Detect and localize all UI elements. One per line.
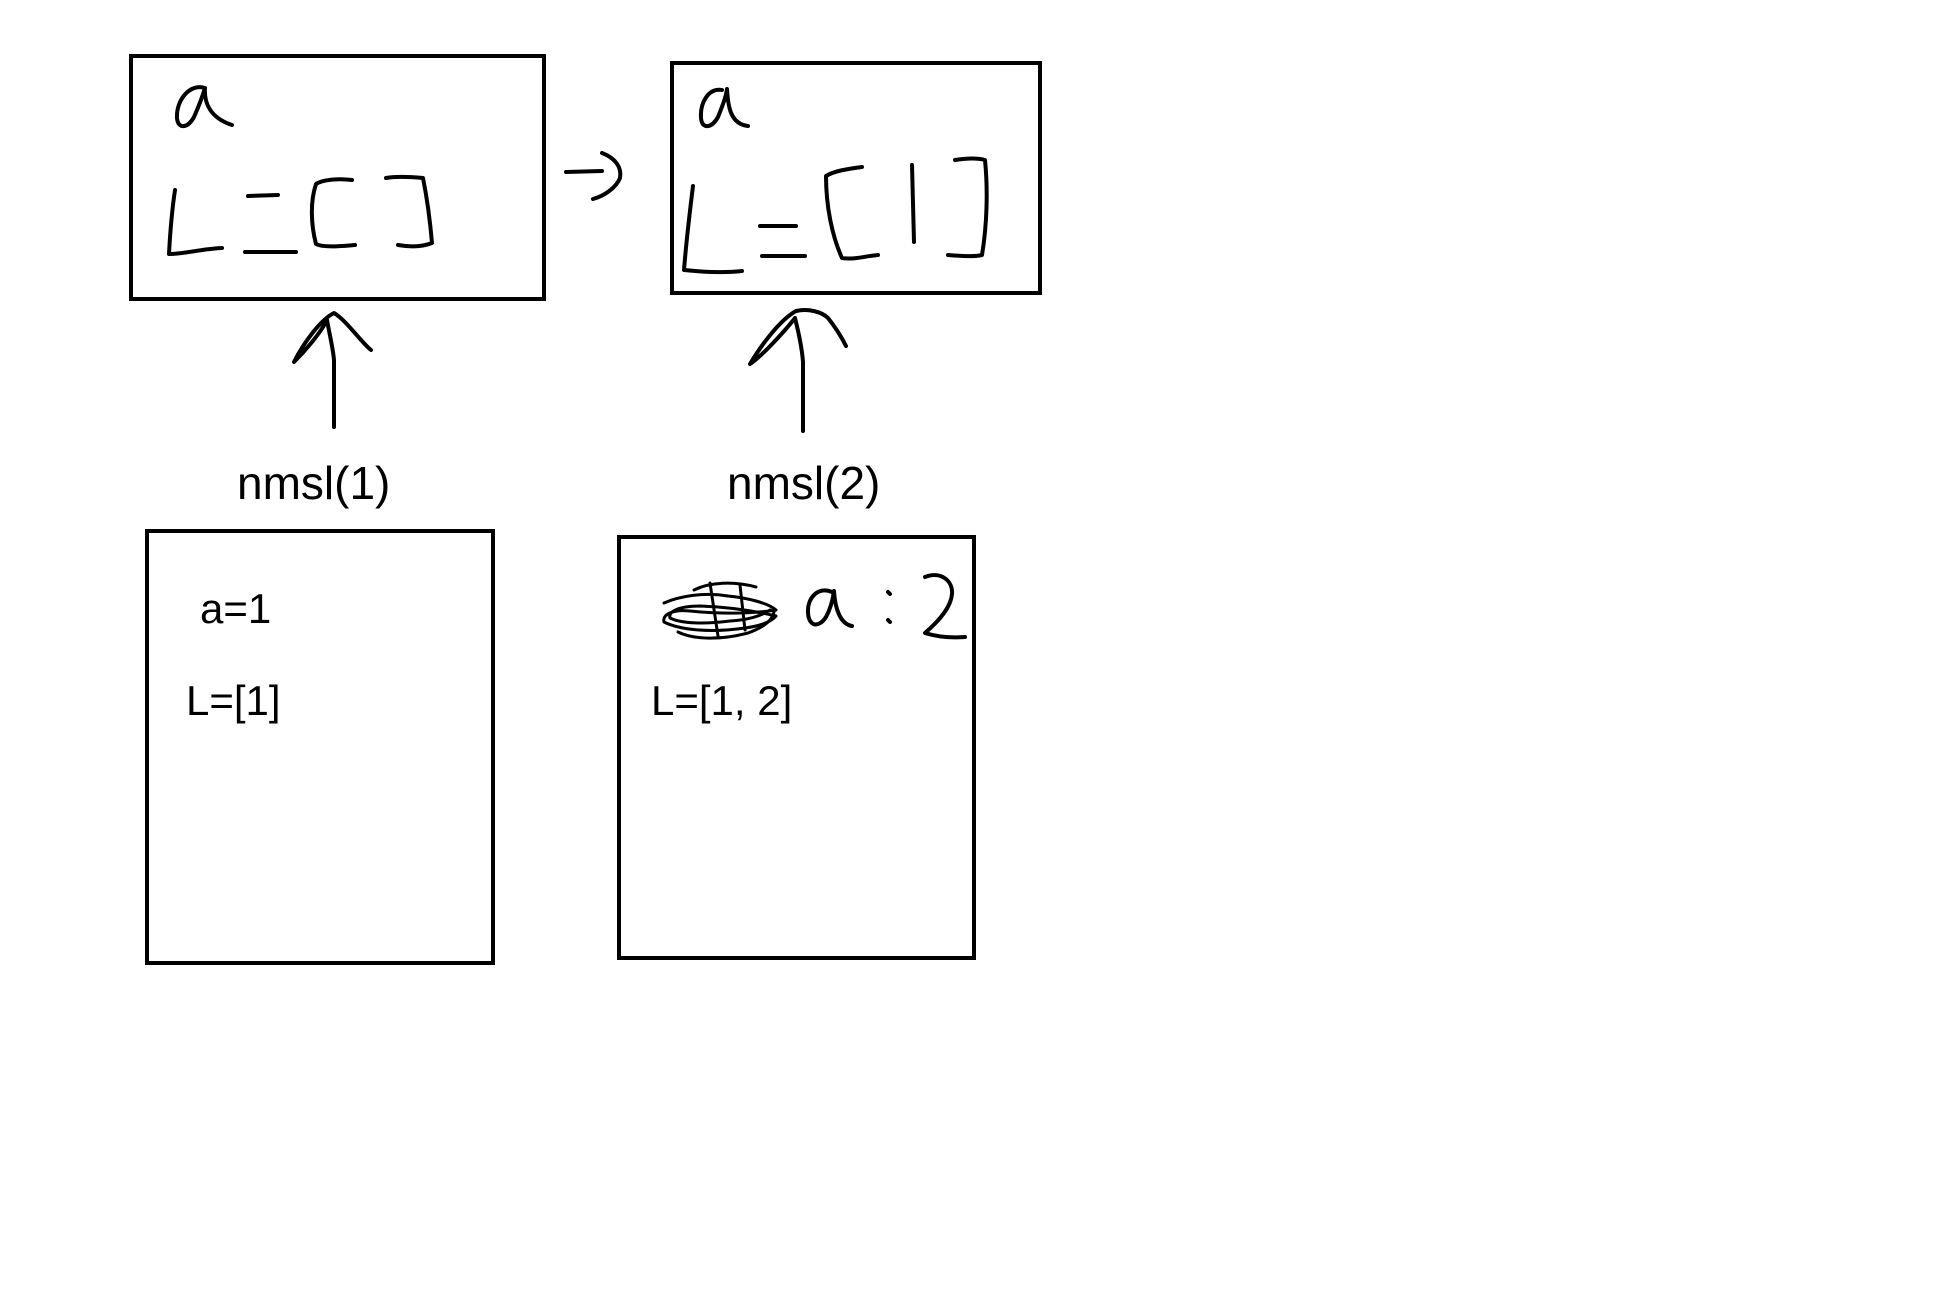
- handwritten-L-after: [682, 184, 744, 275]
- call-label-nmsl-2: nmsl(2): [727, 457, 881, 509]
- up-arrow-right: [748, 307, 848, 433]
- frame-right-L-value: L=[1, 2]: [651, 677, 793, 724]
- handwritten-empty-list-before: [309, 174, 434, 249]
- diagram-canvas: [129, 54, 1042, 965]
- handwritten-a-colon-2: [805, 573, 967, 640]
- handwritten-L-before: [167, 188, 224, 256]
- scribble-out-mark: [662, 581, 778, 640]
- call-frame-left-border: [145, 529, 495, 965]
- call-label-nmsl-1: nmsl(1): [237, 457, 391, 509]
- up-arrow-left: [292, 311, 373, 429]
- handwritten-a-after: [698, 87, 750, 129]
- handwritten-equals-before: [243, 193, 298, 254]
- frame-left-a-value: a=1: [200, 585, 272, 632]
- right-arrow: [564, 151, 623, 201]
- handwritten-equals-after: [758, 224, 807, 258]
- handwritten-a-before: [174, 85, 234, 129]
- frame-left-L-value: L=[1]: [186, 677, 281, 724]
- defaults-box-after: [670, 61, 1042, 295]
- handwritten-list-after: [824, 156, 989, 261]
- defaults-box-before: [129, 54, 546, 301]
